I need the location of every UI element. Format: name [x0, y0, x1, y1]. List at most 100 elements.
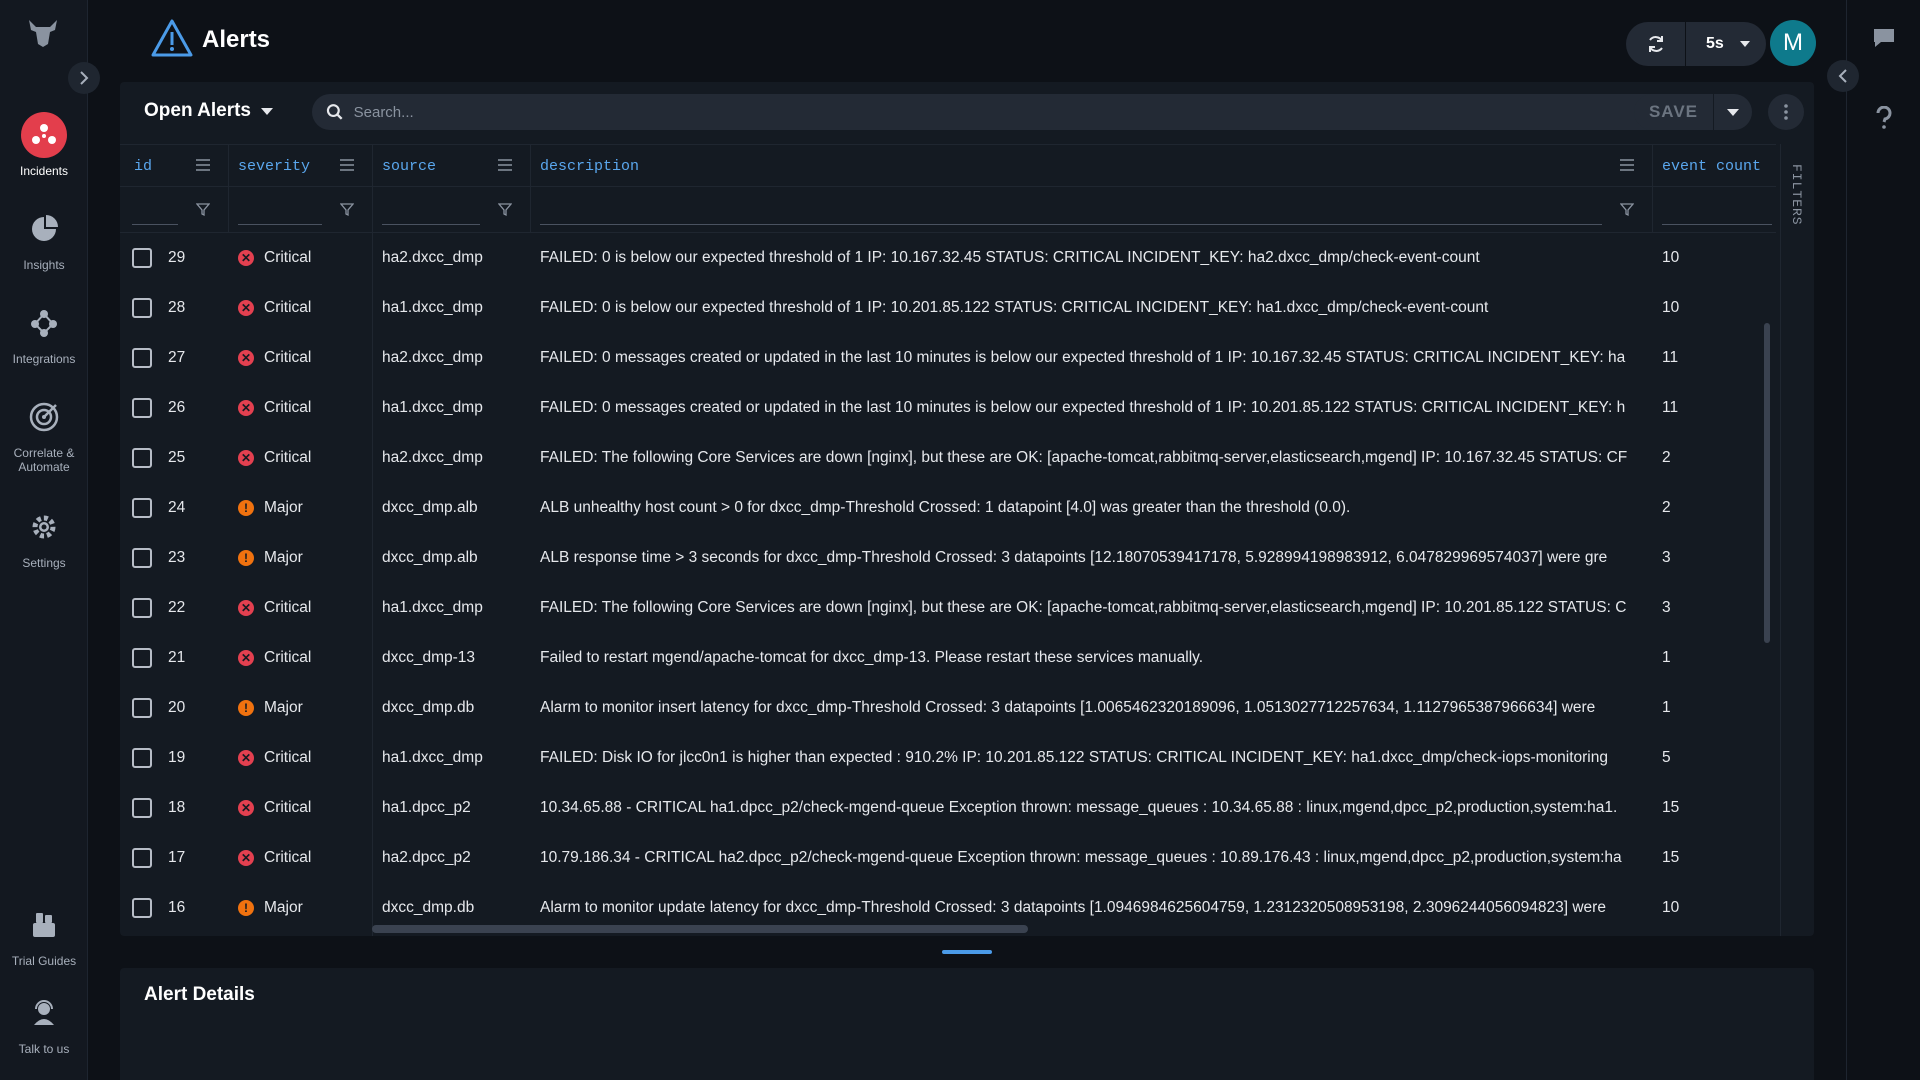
refresh-button[interactable] — [1626, 22, 1686, 66]
horizontal-scrollbar[interactable] — [372, 925, 1028, 933]
cell-event-count: 2 — [1662, 449, 1671, 466]
alert-details-title: Alert Details — [144, 984, 255, 1005]
cell-description: FAILED: 0 messages created or updated in… — [540, 349, 1626, 366]
table-row[interactable]: 24 ! Major dxcc_dmp.alb ALB unhealthy ho… — [120, 483, 1776, 533]
row-checkbox[interactable] — [132, 798, 152, 818]
cell-severity: ✕ Critical — [238, 283, 372, 333]
nav-item-incidents[interactable]: Incidents — [0, 112, 88, 178]
filter-input-severity[interactable] — [238, 201, 322, 225]
cell-source: ha2.dxcc_dmp — [382, 349, 483, 366]
incidents-icon — [32, 124, 56, 144]
row-checkbox[interactable] — [132, 598, 152, 618]
row-checkbox[interactable] — [132, 898, 152, 918]
row-checkbox[interactable] — [132, 548, 152, 568]
cell-source: ha1.dxcc_dmp — [382, 749, 483, 766]
cell-description: 10.34.65.88 - CRITICAL ha1.dpcc_p2/check… — [540, 799, 1618, 816]
more-options-button[interactable] — [1768, 94, 1804, 130]
nav-label: Integrations — [12, 352, 76, 366]
nav-item-insights[interactable]: Insights — [0, 206, 88, 272]
table-row[interactable]: 29 ✕ Critical ha2.dxcc_dmp FAILED: 0 is … — [120, 233, 1776, 283]
critical-severity-icon: ✕ — [238, 650, 254, 666]
column-header-severity[interactable]: severity — [238, 145, 378, 187]
table-row[interactable]: 22 ✕ Critical ha1.dxcc_dmp FAILED: The f… — [120, 583, 1776, 633]
column-divider — [228, 145, 229, 233]
cell-source: ha1.dpcc_p2 — [382, 799, 471, 816]
row-checkbox[interactable] — [132, 248, 152, 268]
cell-source: ha2.dxcc_dmp — [382, 449, 483, 466]
column-header-event-count[interactable]: event count — [1662, 145, 1772, 187]
cell-event-count: 1 — [1662, 649, 1671, 666]
refresh-interval-select[interactable]: 5s — [1686, 22, 1766, 66]
row-checkbox[interactable] — [132, 298, 152, 318]
filter-input-event-count[interactable] — [1662, 201, 1772, 225]
cell-severity: ✕ Critical — [238, 333, 372, 383]
search-input[interactable] — [353, 103, 1662, 121]
row-checkbox[interactable] — [132, 848, 152, 868]
cell-source: ha2.dpcc_p2 — [382, 849, 471, 866]
nav-label: Talk to us — [18, 1042, 70, 1056]
row-checkbox[interactable] — [132, 498, 152, 518]
chat-icon[interactable] — [1871, 26, 1897, 50]
table-header: id severity source description event cou… — [120, 145, 1776, 187]
row-checkbox[interactable] — [132, 748, 152, 768]
help-icon[interactable] — [1875, 106, 1893, 130]
filter-input-source[interactable] — [382, 201, 480, 225]
row-checkbox[interactable] — [132, 398, 152, 418]
table-row[interactable]: 18 ✕ Critical ha1.dpcc_p2 10.34.65.88 - … — [120, 783, 1776, 833]
nav-item-talk-to-us[interactable]: Talk to us — [0, 990, 88, 1056]
nav-item-integrations[interactable]: Integrations — [0, 300, 88, 366]
vertical-scrollbar[interactable] — [1764, 323, 1770, 643]
filters-side-tab[interactable]: FILTERS — [1780, 144, 1814, 936]
row-checkbox[interactable] — [132, 448, 152, 468]
table-row[interactable]: 28 ✕ Critical ha1.dxcc_dmp FAILED: 0 is … — [120, 283, 1776, 333]
cell-event-count: 10 — [1662, 249, 1680, 266]
severity-label: Major — [264, 699, 303, 716]
table-row[interactable]: 19 ✕ Critical ha1.dxcc_dmp FAILED: Disk … — [120, 733, 1776, 783]
filter-icon[interactable] — [196, 203, 210, 217]
column-menu-icon[interactable] — [498, 159, 512, 171]
cell-source: dxcc_dmp.alb — [382, 549, 478, 566]
row-checkbox[interactable] — [132, 648, 152, 668]
nav-item-settings[interactable]: Settings — [0, 504, 88, 570]
table-row[interactable]: 21 ✕ Critical dxcc_dmp-13 Failed to rest… — [120, 633, 1776, 683]
filter-icon[interactable] — [1620, 203, 1634, 217]
table-row[interactable]: 26 ✕ Critical ha1.dxcc_dmp FAILED: 0 mes… — [120, 383, 1776, 433]
cell-event-count: 2 — [1662, 499, 1671, 516]
cell-description: ALB response time > 3 seconds for dxcc_d… — [540, 549, 1608, 566]
cell-severity: ! Major — [238, 533, 372, 583]
filters-tab-label: FILTERS — [1789, 164, 1804, 226]
refresh-controls: 5s — [1626, 22, 1766, 66]
warning-icon — [151, 19, 193, 57]
severity-label: Critical — [264, 399, 312, 416]
panel-resize-handle[interactable] — [942, 950, 992, 954]
filter-input-id[interactable] — [132, 201, 178, 225]
cell-severity: ✕ Critical — [238, 633, 372, 683]
filter-icon[interactable] — [340, 203, 354, 217]
table-row[interactable]: 27 ✕ Critical ha2.dxcc_dmp FAILED: 0 mes… — [120, 333, 1776, 383]
table-row[interactable]: 20 ! Major dxcc_dmp.db Alarm to monitor … — [120, 683, 1776, 733]
nav-item-correlate[interactable]: Correlate & Automate — [0, 394, 88, 474]
save-dropdown-button[interactable] — [1714, 94, 1752, 130]
support-icon — [34, 1000, 54, 1025]
cell-description: FAILED: The following Core Services are … — [540, 449, 1628, 466]
logo-icon[interactable] — [26, 18, 60, 48]
major-severity-icon: ! — [238, 500, 254, 516]
nav-label: Incidents — [19, 164, 69, 178]
column-header-description[interactable]: description — [540, 145, 740, 187]
column-menu-icon[interactable] — [196, 159, 210, 171]
table-row[interactable]: 25 ✕ Critical ha2.dxcc_dmp FAILED: The f… — [120, 433, 1776, 483]
avatar[interactable]: M — [1770, 20, 1816, 66]
table-row[interactable]: 23 ! Major dxcc_dmp.alb ALB response tim… — [120, 533, 1776, 583]
severity-label: Critical — [264, 449, 312, 466]
nav-item-trial-guides[interactable]: Trial Guides — [0, 902, 88, 968]
filter-icon[interactable] — [498, 203, 512, 217]
save-button[interactable]: SAVE — [1634, 94, 1714, 130]
column-menu-icon[interactable] — [1620, 159, 1634, 171]
row-checkbox[interactable] — [132, 698, 152, 718]
filter-input-description[interactable] — [540, 201, 1602, 225]
column-menu-icon[interactable] — [340, 159, 354, 171]
view-select[interactable]: Open Alerts — [144, 100, 273, 122]
cell-event-count: 10 — [1662, 299, 1680, 316]
row-checkbox[interactable] — [132, 348, 152, 368]
table-row[interactable]: 17 ✕ Critical ha2.dpcc_p2 10.79.186.34 -… — [120, 833, 1776, 883]
